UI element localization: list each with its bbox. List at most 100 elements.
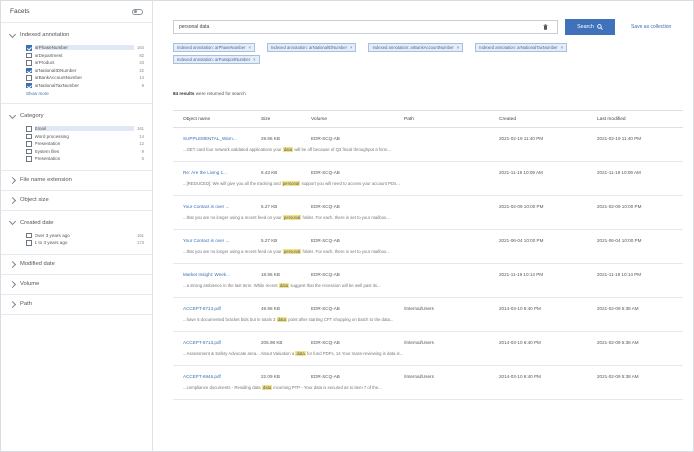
facet-option[interactable]: Word processing 14 bbox=[1, 133, 152, 141]
row-cells: ACCEPT-8713.pdf 205.98 KB EDR-SCQ-AB/Inter… bbox=[173, 332, 683, 348]
facet-option[interactable]: Presentation 5 bbox=[1, 155, 152, 163]
snippet-text: ...[REDUCED]: We will give you all the t… bbox=[183, 181, 281, 186]
object-name-link[interactable]: SUPPLEMENTAL_Warn... bbox=[173, 136, 261, 141]
snippet-text: ...have 5 documented bracket bids but in… bbox=[183, 317, 276, 322]
table-cell: 5.27 KB bbox=[261, 237, 278, 243]
checkbox[interactable] bbox=[26, 232, 32, 238]
facet-option[interactable]: Over 3 years ago 161 bbox=[1, 232, 152, 240]
facet-option[interactable]: Presentation 12 bbox=[1, 140, 152, 148]
table-cell: 2021-11-19 10:14 PM bbox=[499, 271, 544, 277]
filter-chips: Indexed annotation: arPhaseNumber × Indexe… bbox=[173, 43, 643, 64]
close-icon[interactable]: × bbox=[253, 57, 255, 62]
checkbox[interactable] bbox=[26, 60, 32, 66]
facet-option-count: 161 bbox=[137, 126, 144, 132]
snippet-text: ...that you are no longer using a recent… bbox=[183, 215, 282, 220]
checkbox[interactable] bbox=[26, 240, 32, 246]
object-name-link[interactable]: ACCEPT-6946.pdf bbox=[173, 374, 261, 379]
table-cell: EDR-SCQ-AB bbox=[311, 271, 340, 277]
facet-option[interactable]: arProduct 43 bbox=[1, 59, 152, 67]
facet-option[interactable]: arNationalTaxNumber 9 bbox=[1, 82, 152, 90]
close-icon[interactable]: × bbox=[561, 45, 563, 50]
table-cell: EDR-SCQ-AB bbox=[311, 135, 340, 141]
table-cell: 2014-03-10 6:40 PM bbox=[499, 373, 541, 379]
checkbox[interactable] bbox=[26, 126, 32, 132]
column-header[interactable]: Created bbox=[499, 117, 597, 122]
table-row: Re: Are the Living 1... 6.43 KB EDR-SCQ-AB… bbox=[173, 162, 683, 196]
facet-option[interactable]: Email 161 bbox=[1, 125, 152, 133]
checkbox[interactable] bbox=[26, 82, 32, 88]
snippet-highlight: personal bbox=[282, 215, 302, 220]
close-icon[interactable]: × bbox=[248, 45, 250, 50]
search-button-label: Search bbox=[577, 24, 594, 30]
checkbox[interactable] bbox=[26, 133, 32, 139]
facet-option[interactable]: arNationalIDNumber 22 bbox=[1, 67, 152, 75]
save-as-collection-link[interactable]: Save as collection bbox=[631, 24, 671, 30]
checkbox[interactable] bbox=[26, 156, 32, 162]
facet-volume[interactable]: Volume bbox=[1, 275, 152, 295]
filter-chip[interactable]: Indexed annotation: arBankAccountNumber × bbox=[368, 43, 464, 52]
column-header[interactable]: Last modified bbox=[597, 117, 683, 122]
filter-chip-label: Indexed annotation: arBankAccountNumber bbox=[372, 45, 454, 50]
facet-title: Category bbox=[20, 113, 44, 119]
object-name-link[interactable]: Market Insight: Week... bbox=[173, 272, 261, 277]
checkbox[interactable] bbox=[26, 75, 32, 81]
facet-option[interactable]: arBankAccountNumber 14 bbox=[1, 74, 152, 82]
column-header[interactable]: Object name bbox=[173, 117, 261, 122]
chevron-down-icon bbox=[8, 111, 17, 119]
chevron-right-icon bbox=[8, 300, 17, 308]
snippet-text: point after starting CFT shopping on bat… bbox=[288, 317, 394, 322]
filter-chip[interactable]: Indexed annotation: arNationalIDNumber × bbox=[266, 43, 357, 52]
table-cell: /Internal/Users bbox=[404, 339, 434, 345]
facet-option-count: 9 bbox=[141, 82, 144, 88]
object-name-link[interactable]: ACCEPT-8713.pdf bbox=[173, 306, 261, 311]
facet-path[interactable]: Path bbox=[1, 295, 152, 315]
facet-category-header[interactable]: Category bbox=[1, 111, 152, 121]
facet-option-label: Email bbox=[34, 126, 134, 132]
facet-option[interactable]: System files 9 bbox=[1, 148, 152, 156]
checkbox[interactable] bbox=[26, 148, 32, 154]
close-icon[interactable]: × bbox=[350, 45, 352, 50]
filter-chip-label: Indexed annotation: arNationalTaxNumber bbox=[479, 45, 558, 50]
facet-file-name-extension[interactable]: File name extension bbox=[1, 171, 152, 191]
search-button[interactable]: Search bbox=[565, 19, 615, 35]
facet-created-date-header[interactable]: Created date bbox=[1, 217, 152, 228]
snippet-text: ...a strong ambience in the last term. W… bbox=[183, 283, 278, 288]
checkbox[interactable] bbox=[26, 67, 32, 73]
facet-object-size[interactable]: Object size bbox=[1, 191, 152, 211]
column-header[interactable]: Path bbox=[404, 117, 499, 122]
object-name-link[interactable]: Your Contact is over ... bbox=[173, 238, 261, 243]
object-name-link[interactable]: ACCEPT-8713.pdf bbox=[173, 340, 261, 345]
search-input[interactable] bbox=[174, 21, 557, 33]
facet-modified-date[interactable]: Modified date bbox=[1, 255, 152, 275]
facet-option[interactable]: arDepartment 82 bbox=[1, 52, 152, 60]
column-header[interactable]: Size bbox=[261, 117, 311, 122]
results-table: Object name Size Volume Path Created Last mod… bbox=[173, 110, 683, 400]
facet-option[interactable]: arPhaseNumber 164 bbox=[1, 44, 152, 52]
facet-option-count: 22 bbox=[139, 67, 144, 73]
facet-option-label: Presentation bbox=[34, 156, 61, 162]
filter-chip-label: Indexed annotation: arNationalIDNumber bbox=[270, 45, 348, 50]
facet-created-date: Created date Over 3 years ago 161 1 to 3 y… bbox=[1, 211, 152, 255]
object-name-link[interactable]: Your Contact is over ... bbox=[173, 204, 261, 209]
facet-option-label: 1 to 3 years ago bbox=[34, 240, 68, 246]
filter-chip[interactable]: Indexed annotation: arNationalTaxNumber × bbox=[475, 43, 568, 52]
filter-chip[interactable]: Indexed annotation: arPhaseNumber × bbox=[173, 43, 255, 52]
result-snippet: ...that you are no longer using a recent… bbox=[183, 249, 513, 254]
snippet-highlight: data bbox=[261, 385, 273, 390]
show-more-link[interactable]: Show more bbox=[1, 91, 152, 96]
object-name-link[interactable]: Re: Are the Living 1... bbox=[173, 170, 261, 175]
checkbox[interactable] bbox=[26, 141, 32, 147]
checkbox[interactable] bbox=[26, 45, 32, 51]
filter-chip[interactable]: Indexed annotation: arPassportNumber × bbox=[173, 55, 260, 64]
snippet-text: will be off because of Q3 fiscal through… bbox=[294, 147, 391, 152]
facet-indexed-annotation-header[interactable]: Indexed annotation bbox=[1, 30, 152, 40]
table-cell: 18.96 KB bbox=[261, 271, 280, 277]
facet-option[interactable]: 1 to 3 years ago 173 bbox=[1, 239, 152, 247]
table-cell: EDR-SCQ-AB bbox=[311, 305, 340, 311]
close-icon[interactable]: × bbox=[457, 45, 459, 50]
result-snippet: ...Assessment & Safety Advocate area... … bbox=[183, 351, 513, 356]
column-header[interactable]: Volume bbox=[311, 117, 404, 122]
collapse-toggle-icon[interactable] bbox=[132, 8, 143, 15]
trash-icon[interactable] bbox=[543, 24, 548, 30]
checkbox[interactable] bbox=[26, 52, 32, 58]
